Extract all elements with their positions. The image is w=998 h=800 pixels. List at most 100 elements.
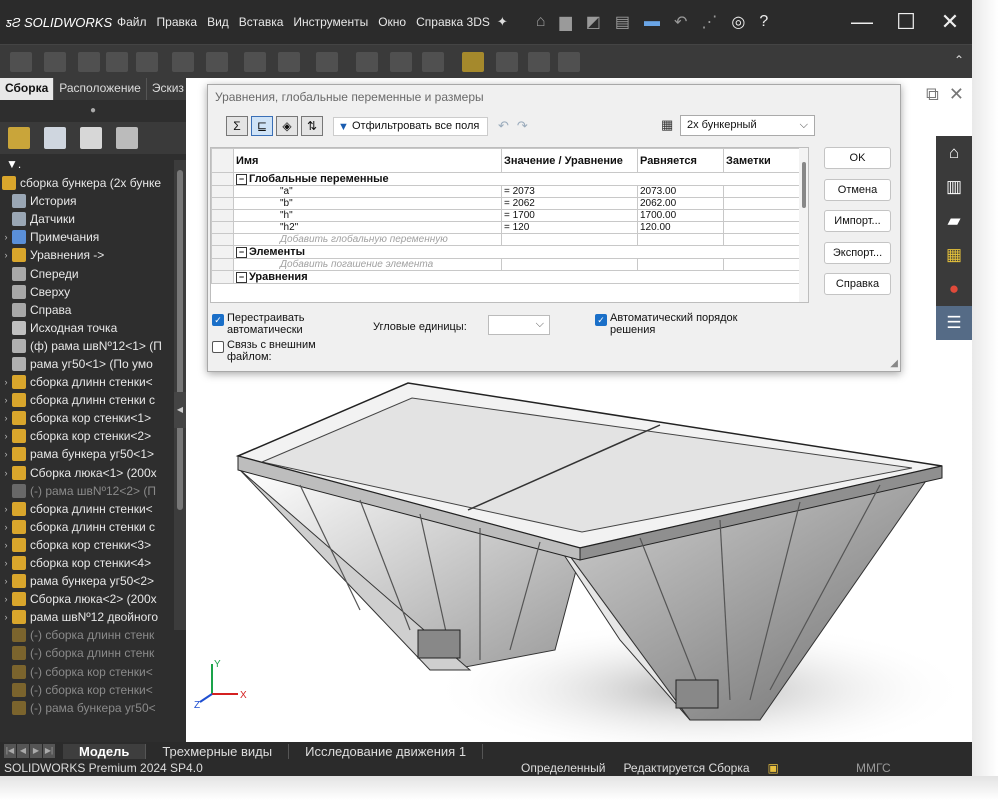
collapse-icon[interactable]: − (236, 246, 247, 258)
toolbar-tool-icon[interactable] (462, 52, 484, 72)
select-icon[interactable]: ⋰ (701, 12, 717, 32)
table-row[interactable]: "a" = 2073 2073.00 (211, 185, 802, 198)
tree-item[interactable]: (-) рама швNº12<2> (П (0, 482, 186, 500)
expand-arrow-icon[interactable]: › (0, 377, 12, 387)
table-row[interactable]: "h" = 1700 1700.00 (211, 209, 802, 222)
toolbar-tool-icon[interactable] (528, 52, 550, 72)
tab-sketch[interactable]: Эскиз (147, 78, 190, 100)
menu-window[interactable]: Окно (373, 15, 411, 29)
tree-item[interactable]: (-) сборка длинн стенк (0, 626, 186, 644)
next-tab-icon[interactable]: ▶ (30, 744, 42, 758)
add-suppress-row[interactable]: Добавить погашение элемента (211, 258, 802, 271)
toolbar-tool-icon[interactable] (172, 52, 194, 72)
grid-scrollbar[interactable] (799, 148, 808, 302)
pin-icon[interactable]: ✦ (497, 14, 508, 30)
unit-system[interactable]: ММГС (856, 761, 891, 775)
tree-item[interactable]: › рама бункера уг50<2> (0, 572, 186, 590)
expand-arrow-icon[interactable]: › (0, 431, 12, 441)
toolbar-tool-icon[interactable] (356, 52, 378, 72)
var-value[interactable]: = 2062 (501, 197, 638, 210)
toolbar-tool-icon[interactable] (206, 52, 228, 72)
save-icon[interactable]: ▤ (615, 12, 630, 32)
checkbox-checked-icon[interactable]: ✓ (595, 314, 607, 326)
tree-item[interactable]: › сборка кор стенки<3> (0, 536, 186, 554)
expand-arrow-icon[interactable]: › (0, 468, 12, 478)
custom-properties-icon[interactable]: ☰ (936, 306, 972, 340)
add-suppress-hint[interactable]: Добавить погашение элемента (233, 258, 502, 271)
tree-item[interactable]: Исходная точка (0, 319, 186, 337)
table-row[interactable]: "b" = 2062 2062.00 (211, 197, 802, 210)
prev-tab-icon[interactable]: ◀ (17, 744, 29, 758)
add-global-row[interactable]: Добавить глобальную переменную (211, 233, 802, 246)
expand-arrow-icon[interactable]: › (0, 522, 12, 532)
tree-item[interactable]: › сборка длинн стенки с (0, 518, 186, 536)
expand-arrow-icon[interactable]: › (0, 558, 12, 568)
tree-item[interactable]: › сборка кор стенки<1> (0, 409, 186, 427)
table-row[interactable]: "h2" = 120 120.00 (211, 221, 802, 234)
redo-icon[interactable]: ↷ (517, 118, 536, 133)
first-tab-icon[interactable]: |◀ (4, 744, 16, 758)
tree-item[interactable]: Датчики (0, 210, 186, 228)
home-icon[interactable]: ⌂ (936, 136, 972, 170)
toolbar-tool-icon[interactable] (422, 52, 444, 72)
tree-item[interactable]: (-) рама бункера уг50< (0, 699, 186, 717)
sketch-equation-view-icon[interactable]: ⊑ (251, 116, 273, 136)
tree-item[interactable]: › сборка кор стенки<2> (0, 427, 186, 445)
expand-arrow-icon[interactable]: › (0, 504, 12, 514)
var-name[interactable]: "a" (233, 185, 502, 198)
help-button[interactable]: Справка (824, 273, 891, 295)
var-note[interactable] (723, 209, 802, 222)
auto-order-checkbox[interactable]: ✓ Автоматический порядок решения (595, 312, 755, 336)
tree-item[interactable]: История (0, 192, 186, 210)
cancel-button[interactable]: Отмена (824, 178, 891, 201)
menu-tools[interactable]: Инструменты (288, 15, 373, 29)
equation-view-icon[interactable]: Σ (226, 116, 248, 136)
group-row-globals[interactable]: − Глобальные переменные (211, 172, 802, 186)
tree-item[interactable]: › рама швNº12 двойного (0, 608, 186, 626)
import-button[interactable]: Импорт... (824, 210, 891, 232)
toolbar-tool-icon[interactable] (316, 52, 338, 72)
maximize-icon[interactable]: ☐ (884, 9, 928, 35)
menu-file[interactable]: Файл (112, 15, 152, 29)
toolbar-tool-icon[interactable] (278, 52, 300, 72)
design-library-icon[interactable]: ▥ (936, 170, 972, 204)
expand-arrow-icon[interactable]: › (0, 540, 12, 550)
var-note[interactable] (723, 197, 802, 210)
expand-arrow-icon[interactable]: › (0, 395, 12, 405)
resize-grip-icon[interactable]: ◢ (890, 358, 898, 369)
property-manager-icon[interactable] (44, 127, 66, 149)
menu-insert[interactable]: Вставка (234, 15, 289, 29)
ok-button[interactable]: OK (824, 147, 891, 169)
tab-3d-views[interactable]: Трехмерные виды (146, 743, 290, 759)
tree-item[interactable]: › Примечания (0, 228, 186, 246)
tree-item[interactable]: рама уг50<1> (По умо (0, 355, 186, 373)
expand-arrow-icon[interactable]: › (0, 449, 12, 459)
tree-item[interactable]: Справа (0, 301, 186, 319)
add-global-hint[interactable]: Добавить глобальную переменную (233, 233, 502, 246)
undo-icon[interactable]: ↶ (674, 12, 687, 32)
tab-motion-study[interactable]: Исследование движения 1 (289, 743, 484, 759)
dimension-view-icon[interactable]: ◈ (276, 116, 298, 136)
tree-item[interactable]: › рама бункера уг50<1> (0, 445, 186, 463)
help-icon[interactable]: ? (759, 13, 768, 31)
var-name[interactable]: "b" (233, 197, 502, 210)
menu-edit[interactable]: Правка (152, 15, 203, 29)
toolbar-tool-icon[interactable] (136, 52, 158, 72)
checkbox-checked-icon[interactable]: ✓ (212, 314, 224, 326)
tree-item[interactable]: › сборка длинн стенки с (0, 391, 186, 409)
tab-layout[interactable]: Расположение (54, 78, 147, 100)
link-file-checkbox[interactable]: Связь с внешним файлом: (212, 339, 322, 363)
toolbar-tool-icon[interactable] (390, 52, 412, 72)
export-button[interactable]: Экспорт... (824, 241, 891, 264)
ordered-view-icon[interactable]: ⇅ (301, 116, 323, 136)
toolbar-tool-icon[interactable] (496, 52, 518, 72)
home-icon[interactable]: ⌂ (536, 13, 546, 31)
tree-item[interactable]: Спереди (0, 264, 186, 282)
tree-item[interactable]: › Сборка люка<2> (200х (0, 590, 186, 608)
user-icon[interactable]: ◎ (731, 12, 745, 32)
toolbar-tool-icon[interactable] (106, 52, 128, 72)
toolbar-tool-icon[interactable] (10, 52, 32, 72)
expand-arrow-icon[interactable]: › (0, 594, 12, 604)
expand-arrow-icon[interactable]: › (0, 612, 12, 622)
expand-arrow-icon[interactable]: › (0, 413, 12, 423)
